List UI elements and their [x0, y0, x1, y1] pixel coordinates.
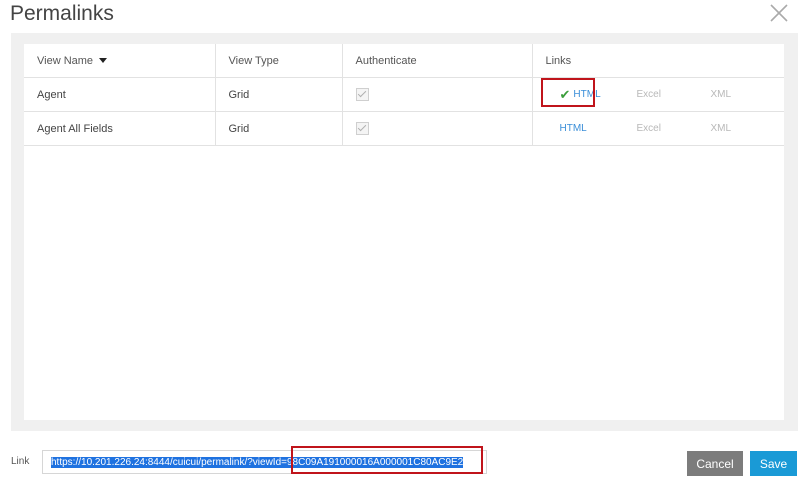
excel-link[interactable]: Excel: [626, 89, 706, 100]
column-header-view-type: View Type: [214, 44, 342, 78]
view-type-cell: Grid: [214, 111, 342, 146]
link-field[interactable]: https://10.201.226.24:8444/cuicui/permal…: [42, 450, 487, 474]
html-link-label: HTML: [573, 89, 601, 100]
column-header-label: View Name: [37, 54, 94, 67]
save-button[interactable]: Save: [750, 451, 797, 476]
sort-down-icon[interactable]: [99, 58, 108, 64]
table-row: Agent Grid ✔ HTML Excel XML: [24, 77, 784, 112]
html-link[interactable]: ✔ HTML: [546, 86, 626, 102]
close-icon[interactable]: [768, 2, 790, 24]
dialog-body: View Name View Type Authenticate Links A…: [11, 33, 798, 431]
cancel-button[interactable]: Cancel: [687, 451, 743, 476]
table-row: Agent All Fields Grid HTML Excel XML: [24, 111, 784, 146]
authenticate-cell: [341, 111, 532, 146]
authenticate-cell: [341, 77, 532, 112]
permalinks-table: View Name View Type Authenticate Links A…: [24, 44, 784, 146]
view-name-cell: Agent All Fields: [24, 111, 215, 146]
html-link[interactable]: HTML: [546, 123, 626, 134]
permalinks-table-container: View Name View Type Authenticate Links A…: [24, 44, 784, 420]
column-header-links: Links: [531, 44, 784, 78]
checkmark-icon: ✔: [559, 86, 571, 102]
xml-link[interactable]: XML: [706, 89, 766, 100]
view-type-cell: Grid: [214, 77, 342, 112]
link-url-text: https://10.201.226.24:8444/cuicui/permal…: [51, 456, 464, 468]
authenticate-checkbox[interactable]: [355, 88, 369, 101]
table-header-row: View Name View Type Authenticate Links: [24, 44, 784, 78]
links-cell: HTML Excel XML: [531, 111, 784, 146]
dialog-title: Permalinks: [10, 2, 114, 25]
link-label: Link: [11, 456, 30, 467]
column-header-view-name[interactable]: View Name: [24, 44, 215, 78]
view-name-cell: Agent: [24, 77, 215, 112]
column-header-authenticate: Authenticate: [341, 44, 532, 78]
links-cell: ✔ HTML Excel XML: [531, 77, 784, 112]
xml-link[interactable]: XML: [706, 123, 766, 134]
excel-link[interactable]: Excel: [626, 123, 706, 134]
authenticate-checkbox[interactable]: [355, 122, 369, 135]
